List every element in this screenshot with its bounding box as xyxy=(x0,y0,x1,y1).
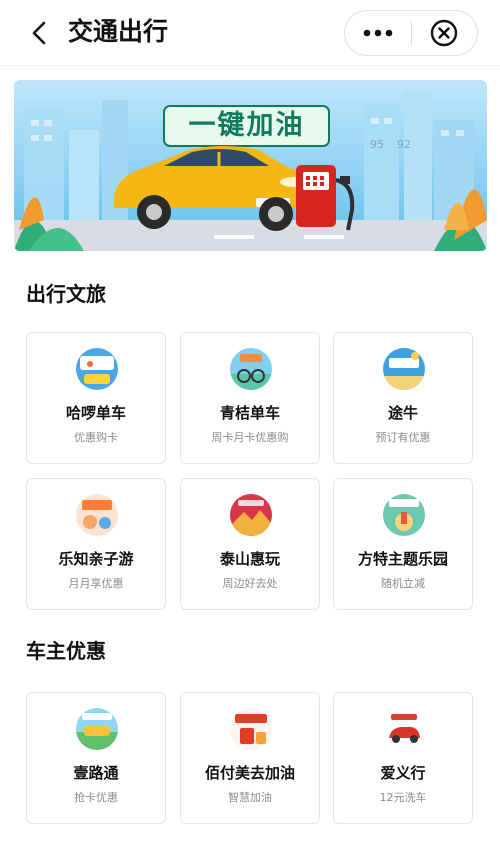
service-desc: 周卡月卡优惠购 xyxy=(211,431,289,444)
service-desc: 预订有优惠 xyxy=(375,431,431,444)
service-desc: 智慧加油 xyxy=(228,791,272,804)
service-name: 青桔单车 xyxy=(219,404,280,422)
pump-number-95: 95 xyxy=(370,138,384,151)
yilutong-logo-icon xyxy=(76,708,118,750)
service-desc: 12元洗车 xyxy=(379,791,427,804)
service-desc: 月月享优惠 xyxy=(68,577,124,590)
more-button[interactable] xyxy=(345,11,411,55)
service-card-hellobike[interactable]: 哈啰单车 优惠购卡 xyxy=(26,332,166,464)
service-name: 途牛 xyxy=(387,404,418,422)
service-name: 方特主题乐园 xyxy=(357,550,448,568)
tuniu-logo-icon xyxy=(383,348,425,390)
back-button[interactable] xyxy=(24,18,54,48)
service-desc: 随机立减 xyxy=(381,577,425,590)
lezhi-logo-icon xyxy=(76,494,118,536)
mini-program-capsule xyxy=(344,10,478,56)
aiyixing-logo-icon xyxy=(383,708,425,750)
service-card-baifumei[interactable]: 佰付美去加油 智慧加油 xyxy=(180,692,320,824)
service-card-tuniu[interactable]: 途牛 预订有优惠 xyxy=(333,332,473,464)
service-name: 壹路通 xyxy=(73,764,119,782)
service-card-aiyixing[interactable]: 爱义行 12元洗车 xyxy=(333,692,473,824)
service-card-lezhi[interactable]: 乐知亲子游 月月享优惠 xyxy=(26,478,166,610)
close-button[interactable] xyxy=(412,11,478,55)
service-card-yilutong[interactable]: 壹路通 抢卡优惠 xyxy=(26,692,166,824)
service-name: 泰山惠玩 xyxy=(219,550,280,568)
service-desc: 优惠购卡 xyxy=(74,431,118,444)
service-card-qingju[interactable]: 青桔单车 周卡月卡优惠购 xyxy=(180,332,320,464)
more-dots-icon xyxy=(363,29,393,37)
service-name: 哈啰单车 xyxy=(65,404,126,422)
pump-number-92: 92 xyxy=(397,138,411,151)
taishan-logo-icon xyxy=(230,494,272,536)
close-circle-icon xyxy=(431,19,458,47)
service-card-fantawild[interactable]: 方特主题乐园 随机立减 xyxy=(333,478,473,610)
service-desc: 抢卡优惠 xyxy=(74,791,118,804)
page-title: 交通出行 xyxy=(68,17,169,46)
service-name: 爱义行 xyxy=(380,764,426,782)
section-title-travel: 出行文旅 xyxy=(26,282,106,306)
fantawild-logo-icon xyxy=(383,494,425,536)
service-desc: 周边好去处 xyxy=(222,577,278,590)
baifumei-logo-icon xyxy=(230,708,272,750)
refuel-banner[interactable]: 一键加油 95 92 xyxy=(14,80,487,251)
banner-headline: 一键加油 xyxy=(188,110,305,141)
qingju-logo-icon xyxy=(230,348,272,390)
hellobike-logo-icon xyxy=(76,348,118,390)
section-title-car-owner: 车主优惠 xyxy=(26,639,106,663)
top-nav-bar: 交通出行 xyxy=(0,0,500,66)
chevron-left-icon xyxy=(32,21,46,45)
service-card-taishan[interactable]: 泰山惠玩 周边好去处 xyxy=(180,478,320,610)
service-name: 佰付美去加油 xyxy=(204,764,295,782)
service-name: 乐知亲子游 xyxy=(58,550,134,568)
